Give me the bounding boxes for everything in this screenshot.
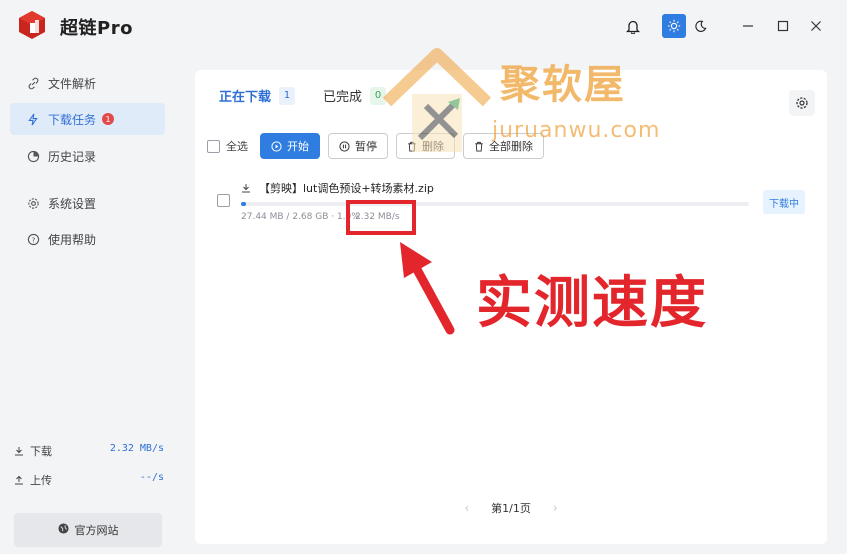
minimize-button[interactable] bbox=[736, 14, 760, 38]
svg-text:?: ? bbox=[31, 235, 35, 244]
speed-highlight-box bbox=[346, 200, 416, 235]
start-label: 开始 bbox=[287, 140, 309, 153]
light-theme-toggle[interactable] bbox=[662, 14, 686, 38]
sidebar-item-label: 历史记录 bbox=[48, 149, 97, 164]
tab-completed[interactable]: 已完成 0 bbox=[323, 86, 387, 105]
pause-label: 暂停 bbox=[355, 140, 377, 153]
gear-icon bbox=[796, 97, 808, 109]
task-filename: 【剪映】lut调色预设+转场素材.zip bbox=[259, 182, 434, 195]
app-title: 超链Pro bbox=[60, 18, 133, 39]
task-progress-bar bbox=[241, 202, 749, 206]
help-icon: ? bbox=[26, 232, 40, 246]
play-icon bbox=[271, 140, 282, 152]
official-site-label: 官方网站 bbox=[74, 524, 119, 537]
pause-icon bbox=[339, 140, 350, 152]
sidebar-item-history[interactable]: 历史记录 bbox=[10, 140, 165, 172]
task-row: 【剪映】lut调色预设+转场素材.zip 27.44 MB / 2.68 GB … bbox=[217, 178, 805, 226]
pause-button[interactable]: 暂停 bbox=[328, 133, 388, 159]
sidebar-item-settings[interactable]: 系统设置 bbox=[10, 187, 165, 219]
panel-settings-button[interactable] bbox=[789, 90, 815, 116]
page-indicator: 第1/1页 bbox=[491, 502, 531, 515]
sidebar-item-help[interactable]: ? 使用帮助 bbox=[10, 223, 165, 255]
gear-icon bbox=[26, 196, 40, 210]
sun-icon bbox=[667, 19, 681, 33]
close-icon bbox=[811, 21, 821, 31]
history-icon bbox=[26, 149, 40, 163]
tab-downloading[interactable]: 正在下载 1 bbox=[219, 86, 296, 105]
globe-icon bbox=[57, 523, 69, 537]
notification-badge: 1 bbox=[102, 113, 115, 125]
select-all-label: 全选 bbox=[226, 140, 248, 153]
app-logo bbox=[18, 10, 46, 40]
sidebar: 超链Pro 文件解析 下载任务 1 历史记录 系统设置 ? 使用帮助 下载 2.… bbox=[0, 0, 175, 554]
sidebar-item-label: 系统设置 bbox=[48, 196, 97, 211]
dark-theme-toggle[interactable] bbox=[688, 14, 712, 38]
maximize-button[interactable] bbox=[771, 14, 795, 38]
sidebar-item-label: 使用帮助 bbox=[48, 232, 97, 247]
pagination: ‹ 第1/1页 › bbox=[195, 500, 827, 516]
download-label: 下载 bbox=[30, 445, 52, 458]
download-icon bbox=[15, 447, 23, 456]
moon-icon bbox=[694, 20, 706, 32]
download-speed: 下载 2.32 MB/s bbox=[14, 443, 164, 459]
start-button[interactable]: 开始 bbox=[260, 133, 320, 159]
lightning-icon bbox=[26, 112, 40, 126]
task-title: 【剪映】lut调色预设+转场素材.zip bbox=[241, 180, 434, 196]
minimize-icon bbox=[743, 25, 753, 27]
sidebar-item-label: 下载任务 bbox=[48, 112, 97, 127]
annotation-callout: 实测速度 bbox=[475, 270, 708, 337]
task-progress-fill bbox=[241, 202, 247, 206]
tab-label: 正在下载 bbox=[219, 90, 272, 105]
logo-icon bbox=[19, 11, 45, 39]
upload-label: 上传 bbox=[30, 474, 52, 487]
notification-bell-icon[interactable] bbox=[621, 14, 645, 38]
upload-speed: 上传 --/s bbox=[14, 472, 164, 488]
close-button[interactable] bbox=[804, 14, 828, 38]
next-page-icon[interactable]: › bbox=[553, 501, 558, 515]
maximize-icon bbox=[777, 20, 789, 32]
sidebar-item-file-parse[interactable]: 文件解析 bbox=[10, 67, 165, 99]
tab-count: 1 bbox=[279, 86, 296, 105]
download-value: 2.32 MB/s bbox=[109, 443, 164, 454]
upload-icon bbox=[15, 475, 23, 485]
link-icon bbox=[26, 76, 40, 90]
download-icon bbox=[242, 184, 250, 193]
select-all-checkbox[interactable] bbox=[207, 139, 220, 153]
sidebar-item-label: 文件解析 bbox=[48, 76, 97, 91]
tab-label: 已完成 bbox=[323, 90, 363, 105]
watermark-domain: juruanwu.com bbox=[492, 118, 661, 143]
annotation-arrow-icon bbox=[400, 242, 455, 335]
sidebar-item-download-tasks[interactable]: 下载任务 1 bbox=[10, 103, 165, 135]
task-size-info: 27.44 MB / 2.68 GB · 1.0% bbox=[241, 212, 360, 222]
watermark-title: 聚软屋 bbox=[500, 62, 626, 108]
upload-value: --/s bbox=[139, 472, 164, 483]
prev-page-icon[interactable]: ‹ bbox=[464, 501, 469, 515]
official-site-button[interactable]: 官方网站 bbox=[14, 513, 162, 547]
status-badge: 下载中 bbox=[763, 190, 805, 214]
task-checkbox[interactable] bbox=[217, 194, 230, 207]
